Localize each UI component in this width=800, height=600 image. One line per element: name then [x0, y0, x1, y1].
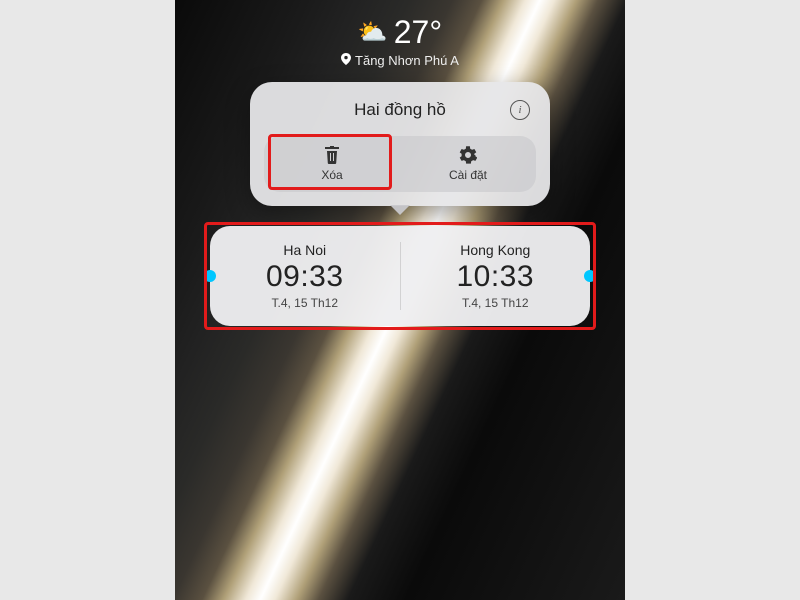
gear-icon — [459, 146, 477, 164]
info-button[interactable]: i — [510, 100, 530, 120]
location-name: Tăng Nhơn Phú A — [355, 53, 459, 68]
clock-date: T.4, 15 Th12 — [462, 296, 529, 310]
location-row[interactable]: Tăng Nhơn Phú A — [341, 53, 459, 68]
widget-context-popup: Hai đồng hồ i Xóa Cài đặt — [250, 82, 550, 206]
clock-right: Hong Kong 10:33 T.4, 15 Th12 — [400, 242, 591, 310]
resize-handle-right[interactable] — [584, 270, 596, 282]
phone-home-screen: ⛅ 27° Tăng Nhơn Phú A Hai đồng hồ i — [175, 0, 625, 600]
resize-handle-left[interactable] — [204, 270, 216, 282]
city-name: Hong Kong — [460, 242, 530, 258]
clock-time: 09:33 — [266, 260, 344, 294]
popup-pointer — [390, 205, 410, 215]
settings-action[interactable]: Cài đặt — [400, 136, 536, 192]
location-pin-icon — [341, 53, 351, 68]
clock-time: 10:33 — [456, 260, 534, 294]
delete-action[interactable]: Xóa — [264, 136, 400, 192]
trash-icon — [323, 146, 341, 164]
clock-left: Ha Noi 09:33 T.4, 15 Th12 — [210, 242, 400, 310]
city-name: Ha Noi — [283, 242, 326, 258]
settings-label: Cài đặt — [449, 168, 487, 182]
info-icon: i — [518, 104, 521, 116]
weather-partly-cloudy-icon: ⛅ — [358, 18, 388, 47]
weather-widget[interactable]: ⛅ 27° — [358, 14, 442, 51]
dual-clock-widget-wrap: Ha Noi 09:33 T.4, 15 Th12 Hong Kong 10:3… — [210, 226, 590, 326]
delete-label: Xóa — [321, 168, 342, 182]
popup-title: Hai đồng hồ — [354, 100, 446, 120]
temperature: 27° — [394, 14, 442, 51]
clock-date: T.4, 15 Th12 — [272, 296, 339, 310]
dual-clock-widget[interactable]: Ha Noi 09:33 T.4, 15 Th12 Hong Kong 10:3… — [210, 226, 590, 326]
